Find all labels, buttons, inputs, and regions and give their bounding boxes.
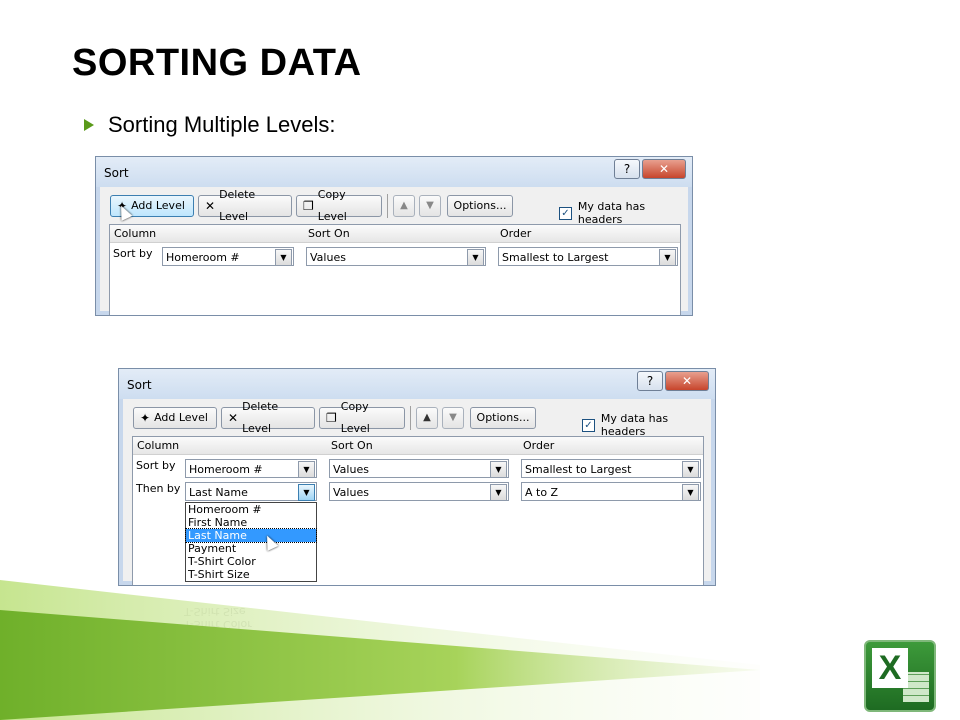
sort-dialog-1: Sort ? ✕ ✦ Add Level ✕ Delete Level ❐ Co… bbox=[95, 156, 693, 316]
headers-label: My data has headers bbox=[577, 200, 646, 226]
row-label-sort-by: Sort by bbox=[113, 247, 153, 260]
order-combo[interactable]: Smallest to Largest ▼ bbox=[521, 459, 701, 478]
header-column: Column bbox=[114, 227, 157, 240]
chevron-down-icon[interactable]: ▼ bbox=[467, 249, 484, 266]
help-button[interactable]: ? bbox=[637, 371, 663, 391]
delete-level-button[interactable]: ✕ Delete Level bbox=[221, 400, 315, 435]
dropdown-option[interactable]: Payment bbox=[186, 542, 316, 555]
header-order: Order bbox=[500, 227, 532, 240]
chevron-down-icon[interactable]: ▼ bbox=[659, 249, 676, 266]
sort-levels-grid: Column Sort On Order Sort by Homeroom # … bbox=[132, 436, 704, 585]
background-swoosh bbox=[0, 580, 760, 720]
options-button[interactable]: Options... bbox=[447, 195, 513, 217]
header-column: Column bbox=[137, 439, 180, 452]
grid-header: Column Sort On Order bbox=[110, 225, 680, 243]
bullet-arrow-icon bbox=[84, 119, 94, 131]
excel-x-letter: X bbox=[872, 648, 908, 688]
sort-on-value: Values bbox=[310, 251, 346, 264]
delete-level-label: Delete Level bbox=[242, 400, 279, 435]
dropdown-option[interactable]: T-Shirt Color bbox=[186, 555, 316, 568]
dialog-title: Sort bbox=[104, 166, 129, 180]
then-by-column-combo[interactable]: Last Name ▼ bbox=[185, 482, 317, 501]
options-label: Options... bbox=[476, 411, 530, 424]
grid-header: Column Sort On Order bbox=[133, 437, 703, 455]
then-by-sort-on-combo[interactable]: Values ▼ bbox=[329, 482, 509, 501]
then-by-column-value: Last Name bbox=[189, 486, 248, 499]
add-level-label: Add Level bbox=[131, 199, 185, 212]
move-down-icon: ▼ bbox=[449, 412, 457, 423]
headers-checkbox[interactable]: ✓ My data has headers bbox=[582, 412, 715, 438]
chevron-down-icon[interactable]: ▼ bbox=[298, 461, 315, 478]
chevron-down-icon[interactable]: ▼ bbox=[298, 484, 315, 501]
slide-title: SORTING DATA bbox=[72, 42, 362, 84]
toolbar-separator bbox=[410, 406, 411, 430]
options-label: Options... bbox=[453, 199, 507, 212]
chevron-down-icon[interactable]: ▼ bbox=[275, 249, 292, 266]
column-combo[interactable]: Homeroom # ▼ bbox=[162, 247, 294, 266]
dialog-title: Sort bbox=[127, 378, 152, 392]
move-up-icon: ▲ bbox=[400, 200, 408, 211]
dropdown-option-selected[interactable]: Last Name bbox=[185, 528, 317, 543]
sort-on-value: Values bbox=[333, 463, 369, 476]
copy-level-label: Copy Level bbox=[317, 188, 347, 223]
sort-dialog-2: Sort ? ✕ ✦ Add Level ✕ Delete Level ❐ Co… bbox=[118, 368, 716, 586]
order-value: Smallest to Largest bbox=[525, 463, 632, 476]
column-value: Homeroom # bbox=[189, 463, 263, 476]
sort-on-combo[interactable]: Values ▼ bbox=[306, 247, 486, 266]
then-by-order-value: A to Z bbox=[525, 486, 559, 499]
header-order: Order bbox=[523, 439, 555, 452]
copy-icon: ❐ bbox=[326, 411, 337, 425]
copy-icon: ❐ bbox=[303, 199, 314, 213]
dialog-title-bar: Sort ? ✕ bbox=[96, 157, 692, 187]
row-label-sort-by: Sort by bbox=[136, 459, 176, 472]
sort-on-combo[interactable]: Values ▼ bbox=[329, 459, 509, 478]
order-combo[interactable]: Smallest to Largest ▼ bbox=[498, 247, 678, 266]
dropdown-option[interactable]: Homeroom # bbox=[186, 503, 316, 516]
help-button[interactable]: ? bbox=[614, 159, 640, 179]
sort-levels-grid: Column Sort On Order Sort by Homeroom # … bbox=[109, 224, 681, 315]
dialog-title-bar: Sort ? ✕ bbox=[119, 369, 715, 399]
move-up-button[interactable]: ▲ bbox=[416, 407, 438, 429]
move-down-button[interactable]: ▼ bbox=[419, 195, 441, 217]
header-sort-on: Sort On bbox=[308, 227, 350, 240]
move-up-button[interactable]: ▲ bbox=[393, 195, 415, 217]
delete-x-icon: ✕ bbox=[205, 199, 216, 213]
header-sort-on: Sort On bbox=[331, 439, 373, 452]
close-button[interactable]: ✕ bbox=[665, 371, 709, 391]
bullet-item: Sorting Multiple Levels: bbox=[84, 112, 335, 138]
copy-level-button[interactable]: ❐ Copy Level bbox=[319, 400, 405, 435]
chevron-down-icon[interactable]: ▼ bbox=[490, 484, 507, 501]
move-up-icon: ▲ bbox=[423, 412, 431, 423]
checkbox-check-icon: ✓ bbox=[582, 418, 595, 432]
bullet-text: Sorting Multiple Levels: bbox=[108, 112, 336, 137]
delete-x-icon: ✕ bbox=[228, 411, 239, 425]
order-value: Smallest to Largest bbox=[502, 251, 609, 264]
toolbar-separator bbox=[387, 194, 388, 218]
excel-logo-icon: X bbox=[864, 640, 936, 712]
move-down-icon: ▼ bbox=[426, 200, 434, 211]
add-level-icon: ✦ bbox=[140, 411, 151, 425]
then-by-order-combo[interactable]: A to Z ▼ bbox=[521, 482, 701, 501]
then-by-sort-on-value: Values bbox=[333, 486, 369, 499]
chevron-down-icon[interactable]: ▼ bbox=[682, 484, 699, 501]
delete-level-button[interactable]: ✕ Delete Level bbox=[198, 188, 292, 223]
close-button[interactable]: ✕ bbox=[642, 159, 686, 179]
options-button[interactable]: Options... bbox=[470, 407, 536, 429]
copy-level-label: Copy Level bbox=[340, 400, 370, 435]
row-label-then-by: Then by bbox=[136, 482, 181, 495]
add-level-button[interactable]: ✦ Add Level bbox=[133, 407, 217, 429]
delete-level-label: Delete Level bbox=[219, 188, 256, 223]
column-combo[interactable]: Homeroom # ▼ bbox=[185, 459, 317, 478]
chevron-down-icon[interactable]: ▼ bbox=[490, 461, 507, 478]
column-value: Homeroom # bbox=[166, 251, 240, 264]
copy-level-button[interactable]: ❐ Copy Level bbox=[296, 188, 382, 223]
headers-label: My data has headers bbox=[600, 412, 669, 438]
move-down-button[interactable]: ▼ bbox=[442, 407, 464, 429]
chevron-down-icon[interactable]: ▼ bbox=[682, 461, 699, 478]
headers-checkbox[interactable]: ✓ My data has headers bbox=[559, 200, 692, 226]
dropdown-option[interactable]: First Name bbox=[186, 516, 316, 529]
add-level-label: Add Level bbox=[154, 411, 208, 424]
checkbox-check-icon: ✓ bbox=[559, 206, 572, 220]
